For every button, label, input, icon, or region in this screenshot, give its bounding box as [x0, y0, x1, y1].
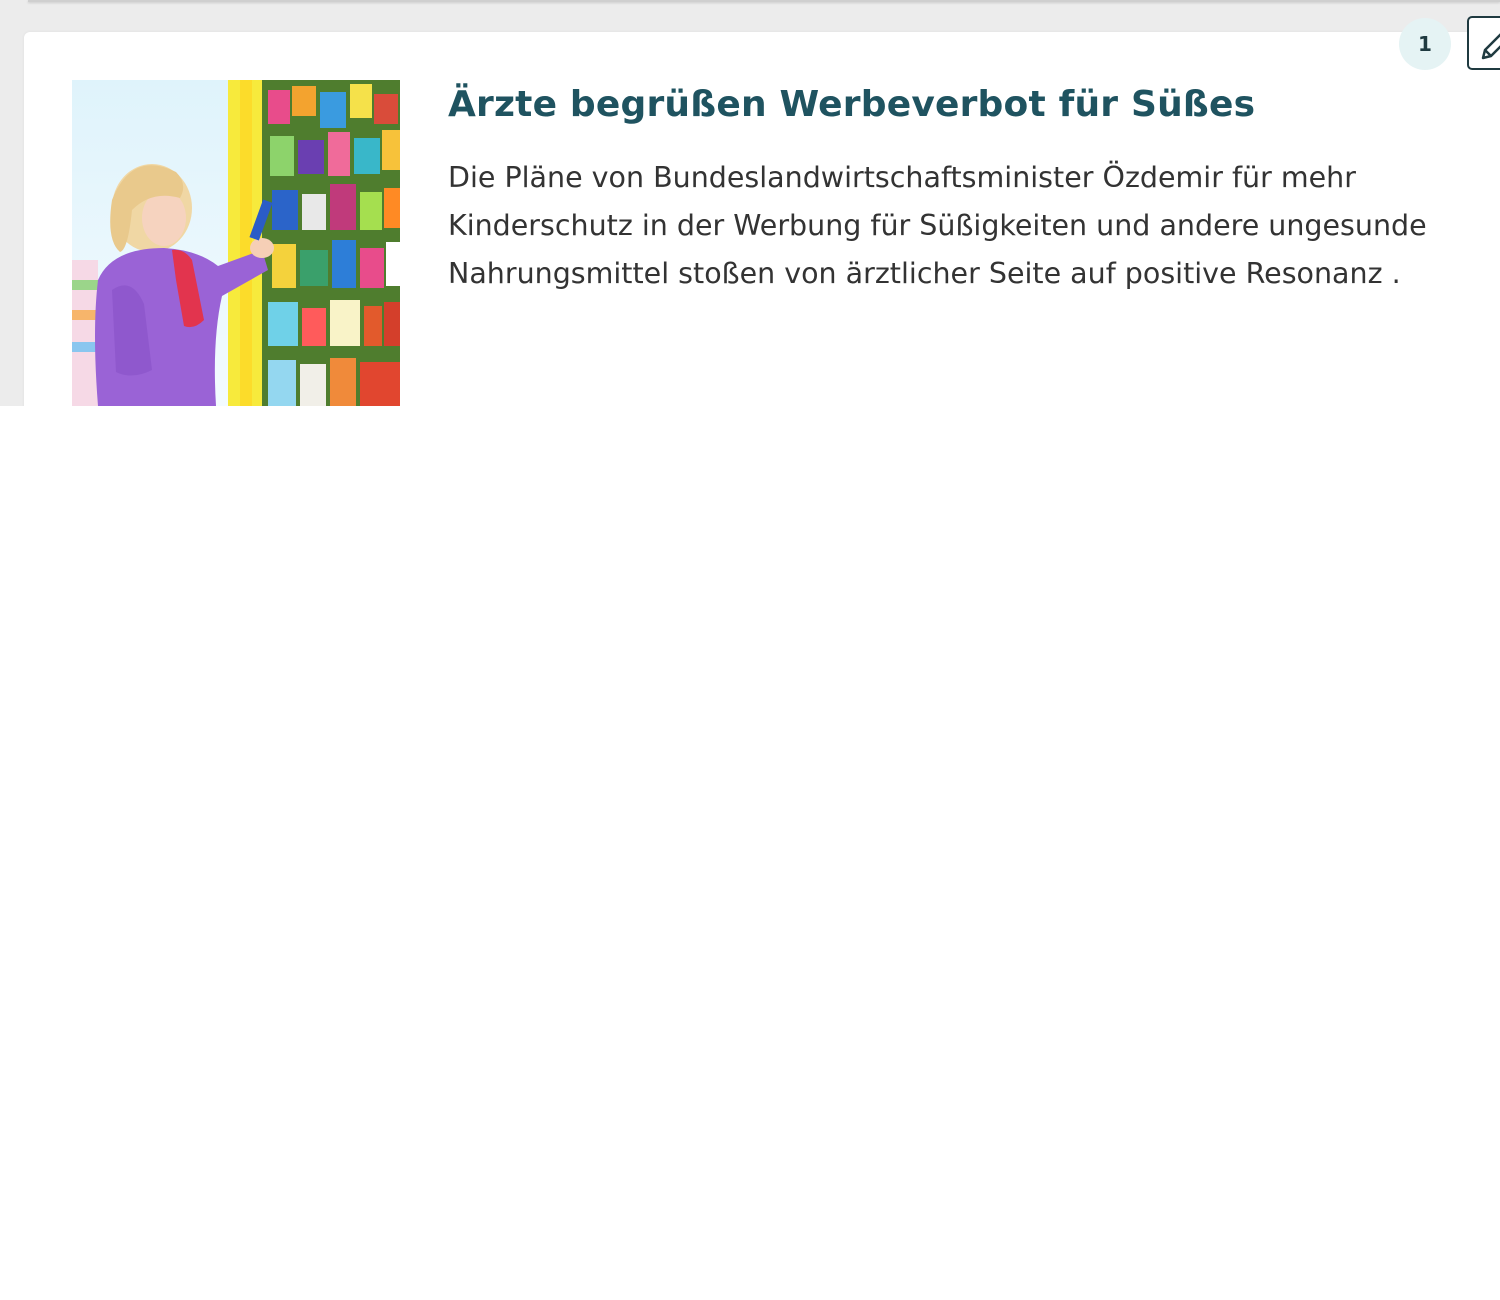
- article-image[interactable]: [72, 80, 400, 406]
- article-card[interactable]: Ärzte begrüßen Werbeverbot für Süßes Die…: [24, 32, 1500, 406]
- edit-button[interactable]: [1467, 16, 1500, 70]
- pencil-icon: [1481, 33, 1500, 60]
- page-background: Ärzte begrüßen Werbeverbot für Süßes Die…: [0, 0, 1500, 406]
- article-title[interactable]: Ärzte begrüßen Werbeverbot für Süßes: [448, 84, 1255, 125]
- header-divider: [28, 0, 1500, 2]
- comment-count-badge: 1: [1399, 18, 1451, 70]
- child-at-candy-shelf-illustration: [72, 80, 400, 406]
- article-teaser: Die Pläne von Bundeslandwirtschaftsminis…: [448, 161, 1427, 290]
